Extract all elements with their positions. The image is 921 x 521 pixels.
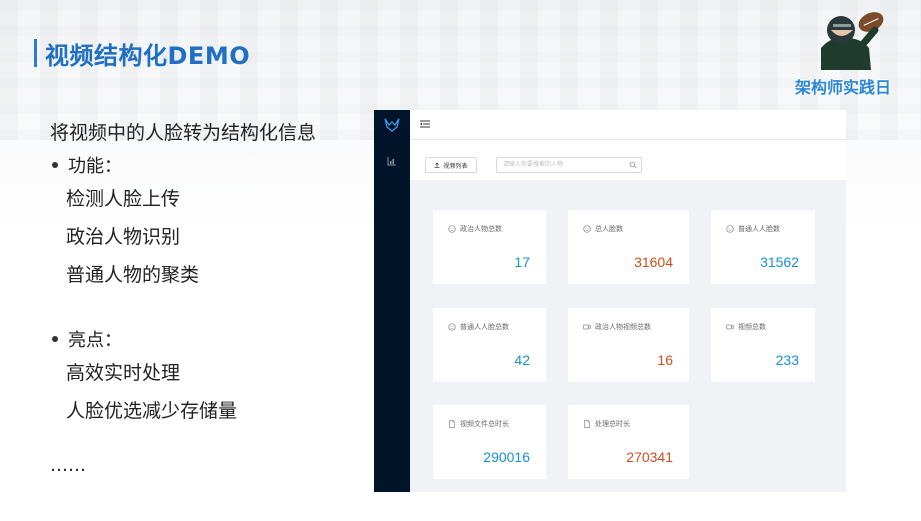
highlights-heading: 亮点：	[68, 330, 122, 351]
bullet-features: 功能：	[52, 150, 370, 180]
stat-card-label: 视频总数	[738, 323, 766, 331]
stat-card: 处理总时长 270341	[568, 405, 689, 479]
stat-card-header: 政治人物总数	[448, 224, 502, 234]
bullet-dot	[52, 162, 58, 168]
stat-card-value: 290016	[483, 449, 530, 465]
ellipsis-text: ……	[50, 455, 86, 476]
search-icon[interactable]	[629, 161, 637, 169]
stat-card: 视频文件总时长 290016	[433, 405, 546, 479]
stat-card-value: 31562	[760, 254, 799, 270]
stat-card-value: 16	[657, 352, 673, 368]
chart-nav-icon[interactable]	[387, 156, 397, 166]
stat-card-value: 31604	[634, 254, 673, 270]
smile-icon	[448, 323, 456, 331]
brand-text: 架构师实践日	[794, 78, 891, 97]
video-icon	[726, 324, 734, 330]
stat-card: 普通人人脸总数 42	[433, 308, 546, 382]
smile-icon	[583, 225, 591, 233]
smile-icon	[726, 225, 734, 233]
menu-fold-icon[interactable]	[420, 119, 430, 129]
app-logo-icon[interactable]	[384, 118, 400, 132]
feature-item: 检测人脸上传	[66, 188, 181, 210]
stat-card-label: 政治人物视频总数	[595, 323, 651, 331]
stat-card-header: 政治人物视频总数	[583, 322, 651, 332]
stat-card-header: 普通人人脸数	[726, 224, 780, 234]
file-icon	[584, 420, 590, 428]
file-icon	[449, 420, 455, 428]
stat-card-value: 42	[514, 352, 530, 368]
title-accent-bar	[34, 39, 37, 67]
stat-card-label: 总人脸数	[595, 225, 623, 233]
highlight-item: 人脸优选减少存储量	[66, 400, 238, 422]
search-input[interactable]: 请输入你要搜索的人物	[496, 157, 642, 173]
app-screenshot: 视频列表 请输入你要搜索的人物 政治人物总数 17 总人脸数 31604 普通人人脸数 3…	[374, 110, 846, 492]
stat-card-label: 视频文件总时长	[460, 420, 509, 428]
search-placeholder: 请输入你要搜索的人物	[503, 161, 564, 168]
stat-card: 政治人物视频总数 16	[568, 308, 689, 382]
app-toolbar: 视频列表 请输入你要搜索的人物	[410, 140, 846, 180]
intro-text: 将视频中的人脸转为结构化信息	[50, 122, 317, 144]
stat-card-label: 普通人人脸总数	[460, 323, 509, 331]
bullet-dot	[52, 336, 58, 342]
feature-item: 普通人物的聚类	[66, 264, 200, 286]
slide-title-text: 视频结构化DEMO	[45, 41, 251, 70]
stat-card-header: 总人脸数	[583, 224, 623, 234]
stat-card-header: 处理总时长	[583, 419, 630, 429]
stat-card: 总人脸数 31604	[568, 210, 689, 284]
slide-content: 将视频中的人脸转为结构化信息 功能： 检测人脸上传 政治人物识别 普通人物的聚类…	[50, 118, 370, 430]
quarterback-figure-icon	[821, 12, 884, 70]
stat-card-value: 270341	[626, 449, 673, 465]
video-list-label: 视频列表	[443, 162, 468, 170]
bullet-highlights: 亮点：	[52, 324, 370, 354]
stat-card: 视频总数 233	[711, 308, 815, 382]
stat-card-label: 政治人物总数	[460, 225, 502, 233]
stat-card-label: 普通人人脸数	[738, 225, 780, 233]
video-icon	[583, 324, 591, 330]
stat-card-value: 233	[775, 352, 799, 368]
features-heading: 功能：	[68, 156, 122, 177]
stat-card-header: 视频总数	[726, 322, 766, 332]
stat-card-header: 普通人人脸总数	[448, 322, 509, 332]
app-header	[410, 110, 846, 140]
app-sidebar	[374, 110, 410, 492]
stat-card-header: 视频文件总时长	[448, 419, 509, 429]
stat-card-label: 处理总时长	[595, 420, 630, 428]
feature-item: 政治人物识别	[66, 226, 181, 248]
smile-icon	[448, 225, 456, 233]
brand-logo: 架构师实践日	[783, 8, 903, 98]
stat-card: 普通人人脸数 31562	[711, 210, 815, 284]
video-list-button[interactable]: 视频列表	[425, 157, 477, 173]
upload-icon	[434, 162, 440, 168]
slide-title: 视频结构化DEMO	[34, 36, 250, 70]
stat-card: 政治人物总数 17	[433, 210, 546, 284]
highlight-item: 高效实时处理	[66, 362, 181, 384]
stat-card-value: 17	[514, 254, 530, 270]
